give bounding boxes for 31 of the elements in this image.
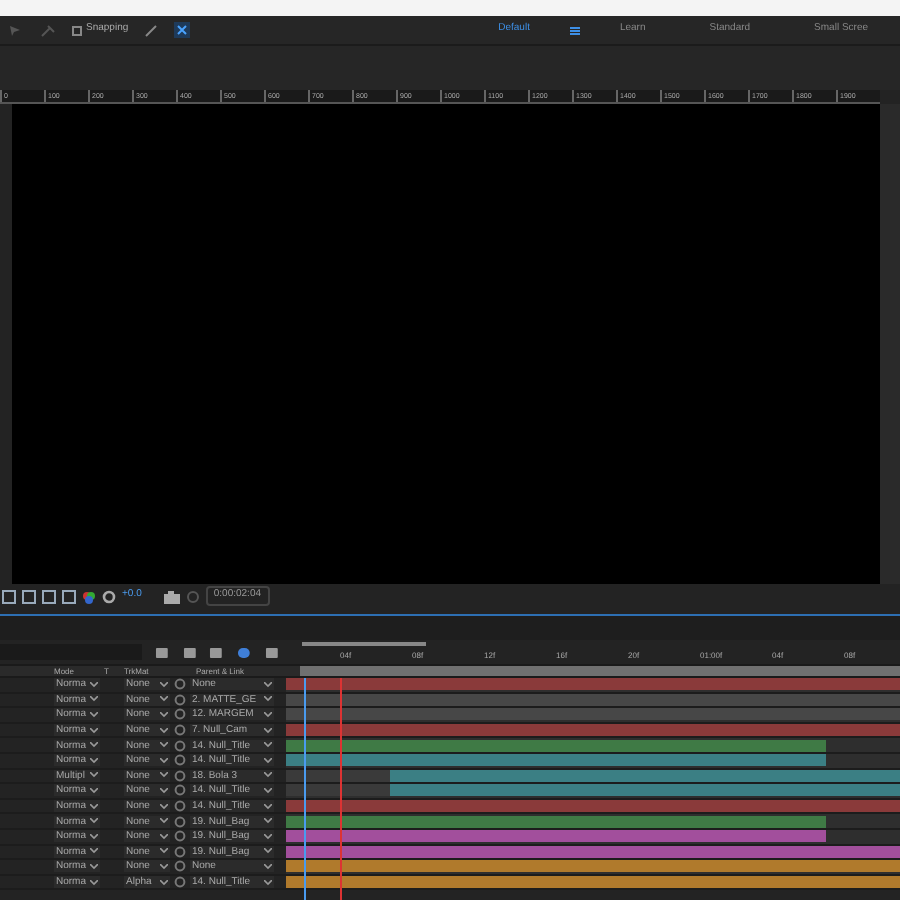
graph-editor-icon[interactable] <box>264 645 281 659</box>
color-channels-icon[interactable] <box>82 589 96 603</box>
expand-icon[interactable] <box>174 22 191 38</box>
layer-bar[interactable] <box>286 739 827 752</box>
link-icon[interactable] <box>185 589 200 603</box>
solo-icon[interactable] <box>181 645 197 659</box>
snap-icon[interactable] <box>144 23 159 37</box>
shy-icon[interactable] <box>153 645 170 659</box>
pin-tool-icon[interactable] <box>40 23 56 37</box>
gear-icon[interactable] <box>102 589 116 603</box>
comment-icon[interactable] <box>62 589 76 603</box>
motion-blur-icon[interactable] <box>236 645 253 659</box>
grid-icon[interactable] <box>2 589 16 603</box>
layout-icon[interactable] <box>42 589 56 603</box>
menu-icon[interactable] <box>569 25 580 35</box>
snapping-checkbox[interactable] <box>72 25 82 35</box>
layer-bar[interactable] <box>286 876 900 889</box>
layer-bar[interactable] <box>390 784 900 797</box>
frame-blend-icon[interactable] <box>208 645 225 659</box>
layer-bar[interactable] <box>286 860 900 873</box>
layer-bar[interactable] <box>286 830 827 843</box>
camera-icon[interactable] <box>163 589 180 603</box>
select-tool-icon[interactable] <box>8 23 24 37</box>
mask-icon[interactable] <box>22 589 36 603</box>
layer-bar[interactable] <box>286 800 900 813</box>
chevron-icon <box>90 879 98 886</box>
layer-bar[interactable] <box>286 754 827 767</box>
chevron-icon <box>160 879 168 886</box>
chevron-icon <box>264 879 272 886</box>
layer-bar[interactable] <box>286 815 827 828</box>
layer-bar[interactable] <box>286 724 900 737</box>
